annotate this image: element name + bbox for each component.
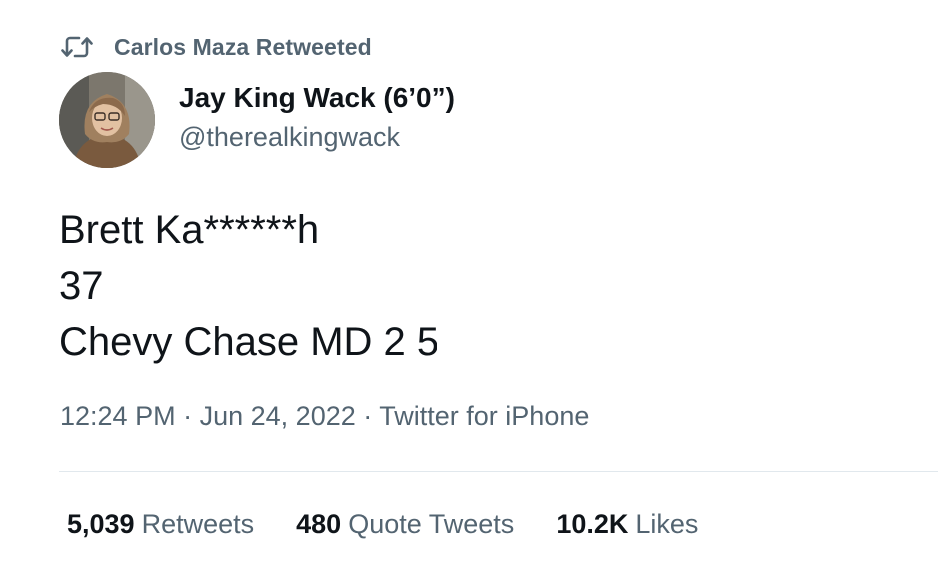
likes-label: Likes (635, 509, 699, 539)
retweets-label: Retweets (141, 509, 255, 539)
tweet-time[interactable]: 12:24 PM (60, 401, 176, 431)
author-handle[interactable]: @therealkingwack (179, 122, 400, 153)
retweet-icon (60, 35, 94, 59)
quote-tweets-stat[interactable]: 480 Quote Tweets (296, 509, 514, 540)
retweets-stat[interactable]: 5,039 Retweets (67, 509, 254, 540)
tweet-metadata: 12:24 PM · Jun 24, 2022 · Twitter for iP… (60, 401, 589, 432)
tweet-line: Chevy Chase MD 2 5 (59, 314, 595, 370)
retweeted-by-label[interactable]: Carlos Maza Retweeted (114, 34, 372, 61)
likes-count: 10.2K (556, 509, 629, 539)
tweet-line: 37 d St (59, 258, 455, 314)
meta-separator: · (363, 401, 373, 431)
author-display-name[interactable]: Jay King Wack (6’0”) (179, 82, 455, 114)
tweet-detail: Carlos Maza Retweeted Jay King Wack (6’0… (0, 0, 938, 572)
quote-tweets-label: Quote Tweets (348, 509, 515, 539)
meta-separator: · (183, 401, 193, 431)
tweet-line-text: Chevy Chase MD 2 5 (59, 320, 440, 364)
divider (59, 471, 938, 472)
tweet-date[interactable]: Jun 24, 2022 (200, 401, 356, 431)
retweet-banner[interactable]: Carlos Maza Retweeted (60, 33, 372, 61)
redaction-block (437, 314, 595, 370)
redaction-block (103, 258, 455, 314)
tweet-text: Brett Ka******h 37 d St Chevy Chase MD 2… (59, 202, 595, 370)
engagement-stats: 5,039 Retweets 480 Quote Tweets 10.2K Likes (67, 509, 740, 540)
tweet-source[interactable]: Twitter for iPhone (379, 401, 589, 431)
avatar[interactable] (59, 72, 155, 168)
quote-tweets-count: 480 (296, 509, 342, 539)
tweet-line: Brett Ka******h (59, 208, 320, 252)
retweets-count: 5,039 (67, 509, 135, 539)
likes-stat[interactable]: 10.2K Likes (556, 509, 698, 540)
avatar-photo (59, 72, 155, 168)
